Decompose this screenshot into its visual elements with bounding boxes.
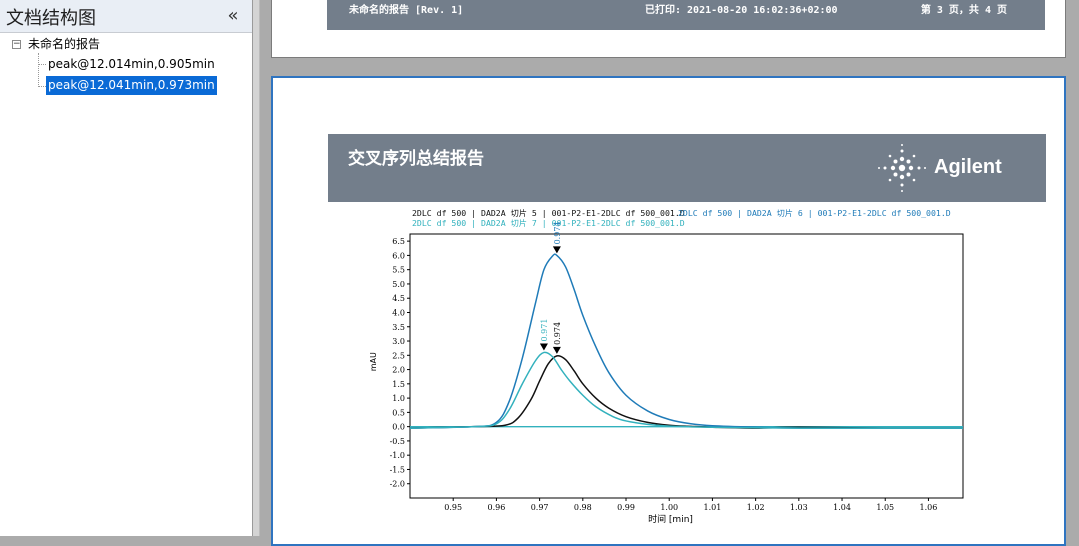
tree-connector <box>38 64 46 65</box>
collapse-panel-icon[interactable]: « <box>222 5 244 27</box>
y-tick-label: -1.0 <box>390 451 405 460</box>
peak-annotations: 0.974 0.974 0.971 <box>539 221 562 354</box>
y-tick-label: 3.0 <box>392 337 405 346</box>
y-tick-label: 6.5 <box>392 237 405 246</box>
x-axis: 0.95 0.96 0.97 0.98 0.99 1.00 1.01 1.02 1.03 1.04… <box>444 498 937 512</box>
series-line <box>409 351 963 429</box>
legend-entry: 2DLC df 500 | DAD2A 切片 6 | 001-P2-E1-2DL… <box>678 208 951 218</box>
report-viewer[interactable]: 未命名的报告 [Rev. 1] 已打印: 2021-08-20 16:02:36… <box>253 0 1079 546</box>
document-map-title: 文档结构图 <box>6 8 96 29</box>
document-map-panel: 文档结构图 « − 未命名的报告 peak@12.014min,0.905min… <box>0 0 253 536</box>
y-tick-label: 6.0 <box>392 251 405 260</box>
x-tick-label: 1.02 <box>747 503 765 512</box>
x-tick-label: 0.97 <box>531 503 549 512</box>
y-tick-label: 2.5 <box>392 351 405 360</box>
y-tick-label: 0.0 <box>392 423 405 432</box>
x-tick-label: 0.95 <box>444 503 462 512</box>
tree-connector <box>38 86 46 87</box>
x-tick-label: 1.04 <box>833 503 851 512</box>
agilent-logo: Agilent <box>874 140 1024 196</box>
series-line <box>409 253 963 429</box>
tree-item-peak-selected[interactable]: peak@12.041min,0.973min <box>46 76 217 95</box>
document-map-header: 文档结构图 « <box>0 0 252 33</box>
report-title-banner: 交叉序列总结报告 Agilent <box>328 134 1046 202</box>
x-tick-label: 0.96 <box>488 503 506 512</box>
x-tick-label: 0.99 <box>617 503 635 512</box>
x-tick-label: 1.06 <box>920 503 938 512</box>
agilent-wordmark: Agilent <box>934 156 1002 178</box>
tree-expander-icon[interactable]: − <box>12 40 21 49</box>
x-axis-label: 时间 [min] <box>648 513 693 525</box>
y-tick-label: 1.5 <box>392 380 405 389</box>
peak-label: 0.974 <box>553 322 562 345</box>
page-footer-bar: 未命名的报告 [Rev. 1] 已打印: 2021-08-20 16:02:36… <box>327 0 1045 30</box>
viewer-gutter <box>253 0 260 536</box>
y-tick-label: 5.5 <box>392 266 405 275</box>
y-tick-label: 0.5 <box>392 408 405 417</box>
series-group <box>409 253 964 429</box>
y-tick-label: 2.0 <box>392 366 405 375</box>
report-title: 交叉序列总结报告 <box>348 149 484 169</box>
agilent-spark-icon <box>878 144 926 192</box>
report-page-4: 交叉序列总结报告 Agilent 2DLC df 500 | DAD2A 切片 … <box>271 76 1066 546</box>
x-tick-label: 1.03 <box>790 503 808 512</box>
legend-entry: 2DLC df 500 | DAD2A 切片 5 | 001-P2-E1-2DL… <box>412 208 685 218</box>
y-axis: 6.5 6.0 5.5 5.0 4.5 4.0 3.5 3.0 2.5 2.0 1.5 1.0 0.5 0… <box>390 237 410 489</box>
peak-marker <box>552 246 561 254</box>
tree-item-peak[interactable]: peak@12.014min,0.905min <box>48 55 215 74</box>
y-tick-label: 5.0 <box>392 280 405 289</box>
page-number-label: 第 3 页，共 4 页 <box>920 5 1007 16</box>
legend-entry: 2DLC df 500 | DAD2A 切片 7 | 001-P2-E1-2DL… <box>412 218 685 228</box>
tree-connector <box>38 53 39 87</box>
x-tick-label: 1.00 <box>660 503 678 512</box>
x-tick-label: 1.05 <box>876 503 894 512</box>
x-tick-label: 1.01 <box>704 503 722 512</box>
peak-label: 0.971 <box>540 319 549 342</box>
peak-label: 0.974 <box>553 221 562 244</box>
peak-marker <box>539 343 548 351</box>
tree-item-root[interactable]: 未命名的报告 <box>28 35 100 54</box>
plot-area-frame <box>409 233 964 499</box>
y-tick-label: 3.5 <box>392 323 405 332</box>
chromatogram-chart: 2DLC df 500 | DAD2A 切片 5 | 001-P2-E1-2DL… <box>369 208 964 525</box>
printed-timestamp: 已打印: 2021-08-20 16:02:36+02:00 <box>645 5 838 16</box>
series-line <box>409 354 964 429</box>
y-tick-label: -1.5 <box>390 465 405 474</box>
report-name-label: 未命名的报告 [Rev. 1] <box>349 5 464 16</box>
y-axis-label: mAU <box>369 352 378 371</box>
peak-marker <box>552 346 561 354</box>
report-page-3: 未命名的报告 [Rev. 1] 已打印: 2021-08-20 16:02:36… <box>271 0 1066 58</box>
y-tick-label: 4.5 <box>392 294 405 303</box>
y-tick-label: -2.0 <box>390 480 405 489</box>
y-tick-label: 1.0 <box>392 394 405 403</box>
y-tick-label: 4.0 <box>392 308 405 317</box>
y-tick-label: -0.5 <box>390 437 405 446</box>
chart-legend: 2DLC df 500 | DAD2A 切片 5 | 001-P2-E1-2DL… <box>412 208 951 228</box>
x-tick-label: 0.98 <box>574 503 592 512</box>
